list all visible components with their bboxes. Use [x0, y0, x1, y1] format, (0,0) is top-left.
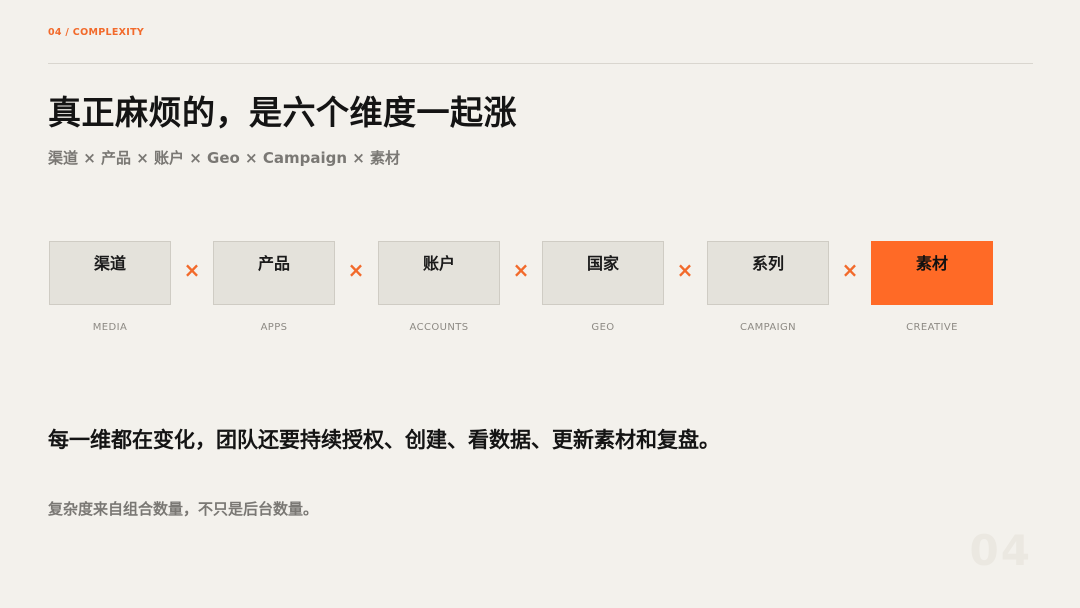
- section-tag: 04 / COMPLEXITY: [48, 27, 145, 38]
- dimension-box-creative: 素材: [871, 241, 993, 305]
- multiply-icon: ×: [676, 258, 694, 282]
- multiply-icon: ×: [512, 258, 530, 282]
- header-divider: [48, 63, 1033, 64]
- dimension-en-creative: CREATIVE: [906, 322, 958, 333]
- dimension-box-accounts: 账户: [378, 241, 500, 305]
- dimension-en-accounts: ACCOUNTS: [409, 322, 469, 333]
- dimension-box-apps: 产品: [213, 241, 335, 305]
- dimension-en-geo: GEO: [591, 322, 615, 333]
- multiply-icon: ×: [183, 258, 201, 282]
- multiply-icon: ×: [841, 258, 859, 282]
- dimension-box-campaign: 系列: [707, 241, 829, 305]
- slide-subtitle: 渠道 × 产品 × 账户 × Geo × Campaign × 素材: [48, 149, 401, 167]
- dimension-box-media: 渠道: [49, 241, 171, 305]
- dimension-box-geo: 国家: [542, 241, 664, 305]
- dimension-en-campaign: CAMPAIGN: [739, 322, 797, 333]
- dimension-label: 国家: [586, 254, 619, 273]
- page-number: 04: [969, 526, 1032, 575]
- key-statement: 每一维都在变化，团队还要持续授权、创建、看数据、更新素材和复盘。: [48, 428, 720, 452]
- dimension-label: 系列: [751, 254, 784, 273]
- dimension-label: 素材: [915, 254, 948, 273]
- dimension-label: 产品: [257, 254, 290, 273]
- dimension-en-apps: APPS: [260, 322, 288, 333]
- dimension-label: 账户: [422, 254, 455, 273]
- footnote: 复杂度来自组合数量，不只是后台数量。: [48, 500, 319, 518]
- slide-title: 真正麻烦的，是六个维度一起涨: [48, 93, 517, 132]
- dimension-label: 渠道: [93, 254, 126, 273]
- multiply-icon: ×: [347, 258, 365, 282]
- dimension-en-media: MEDIA: [92, 322, 128, 333]
